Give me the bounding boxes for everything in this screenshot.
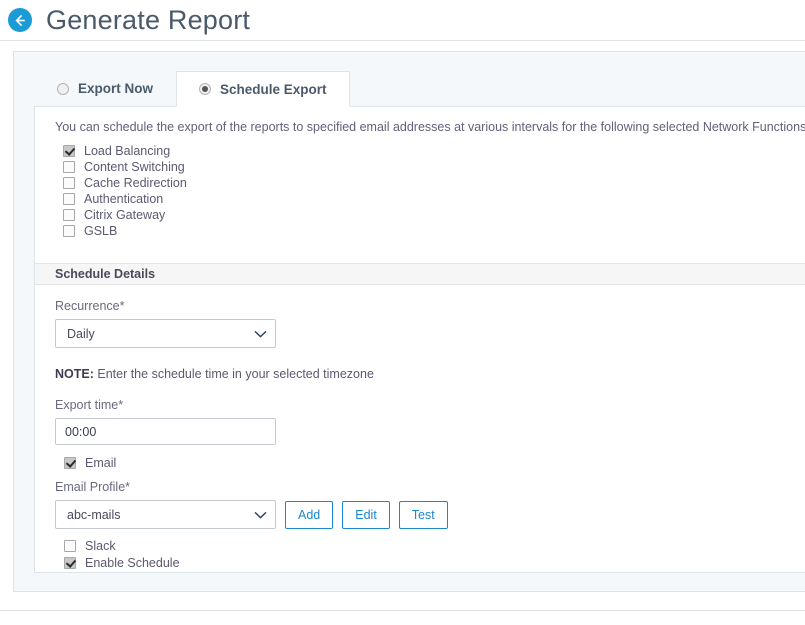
recurrence-value: Daily [67, 326, 95, 341]
recurrence-select[interactable]: Daily [55, 319, 276, 348]
checkbox-row-slack[interactable]: Slack [64, 538, 805, 554]
tab-strip: Export Now Schedule Export [34, 70, 805, 107]
chevron-down-icon [254, 511, 267, 519]
export-time-input[interactable] [55, 418, 276, 445]
checkbox-gslb-icon[interactable] [63, 225, 75, 237]
export-time-label: Export time* [55, 398, 124, 412]
checkbox-row-gslb[interactable]: GSLB [63, 223, 805, 239]
test-email-profile-button[interactable]: Test [398, 500, 448, 529]
checkbox-label: Email [85, 456, 117, 470]
checkbox-row-content-switching[interactable]: Content Switching [63, 159, 805, 175]
tab-export-now[interactable]: Export Now [34, 70, 176, 106]
checkbox-label: Slack [85, 539, 116, 553]
edit-email-profile-button[interactable]: Edit [342, 500, 390, 529]
checkbox-load-balancing-icon[interactable] [63, 145, 75, 157]
schedule-details-form: Recurrence* Daily NOTE: Enter the schedu… [35, 285, 805, 571]
radio-schedule-export-icon [199, 83, 212, 95]
checkbox-label: Cache Redirection [84, 176, 187, 190]
checkbox-label: GSLB [84, 224, 118, 238]
checkbox-row-cache-redirection[interactable]: Cache Redirection [63, 175, 805, 191]
checkbox-label: Authentication [84, 192, 164, 206]
network-functions-checkbox-list: Load Balancing Content Switching Cache R… [63, 143, 805, 239]
checkbox-label: Content Switching [84, 160, 185, 174]
checkbox-enable-schedule-icon[interactable] [64, 557, 76, 569]
generate-report-panel: Export Now Schedule Export You can sched… [13, 51, 805, 592]
checkbox-row-email[interactable]: Email [64, 455, 805, 471]
footer-actions: OK Close [0, 611, 805, 625]
checkbox-citrix-gateway-icon[interactable] [63, 209, 75, 221]
checkbox-label: Enable Schedule [85, 556, 180, 570]
checkbox-email-icon[interactable] [64, 457, 76, 469]
timezone-note: NOTE: Enter the schedule time in your se… [55, 367, 805, 381]
page-header: Generate Report [0, 0, 805, 40]
page-title: Generate Report [46, 4, 251, 35]
checkbox-content-switching-icon[interactable] [63, 161, 75, 173]
schedule-details-title: Schedule Details [55, 267, 156, 281]
checkbox-row-enable-schedule[interactable]: Enable Schedule [64, 555, 805, 571]
schedule-description: You can schedule the export of the repor… [55, 120, 805, 134]
schedule-export-pane: You can schedule the export of the repor… [34, 106, 805, 573]
chevron-down-icon [254, 330, 267, 338]
checkbox-label: Load Balancing [84, 144, 171, 158]
checkbox-row-load-balancing[interactable]: Load Balancing [63, 143, 805, 159]
checkbox-row-citrix-gateway[interactable]: Citrix Gateway [63, 207, 805, 223]
note-prefix: NOTE: [55, 367, 94, 381]
tab-schedule-export-label: Schedule Export [220, 81, 327, 97]
schedule-options: Slack Enable Schedule [55, 538, 805, 571]
email-profile-value: abc-mails [67, 507, 121, 522]
email-profile-row: abc-mails Add Edit Test [55, 500, 805, 529]
checkbox-label: Citrix Gateway [84, 208, 166, 222]
network-functions-section: You can schedule the export of the repor… [35, 107, 805, 263]
tab-schedule-export[interactable]: Schedule Export [176, 71, 350, 107]
back-arrow-icon[interactable] [8, 8, 32, 32]
schedule-details-header: Schedule Details [35, 263, 805, 285]
add-email-profile-button[interactable]: Add [285, 500, 334, 529]
note-text: Enter the schedule time in your selected… [93, 367, 374, 381]
outer-wrap: Export Now Schedule Export You can sched… [0, 41, 805, 592]
radio-export-now-icon [57, 82, 69, 95]
email-profile-label: Email Profile* [55, 480, 131, 494]
checkbox-slack-icon[interactable] [64, 540, 76, 552]
checkbox-authentication-icon[interactable] [63, 193, 75, 205]
checkbox-cache-redirection-icon[interactable] [63, 177, 75, 189]
recurrence-label: Recurrence* [55, 299, 125, 313]
tab-export-now-label: Export Now [78, 81, 154, 96]
checkbox-row-authentication[interactable]: Authentication [63, 191, 805, 207]
email-profile-select[interactable]: abc-mails [55, 500, 276, 529]
